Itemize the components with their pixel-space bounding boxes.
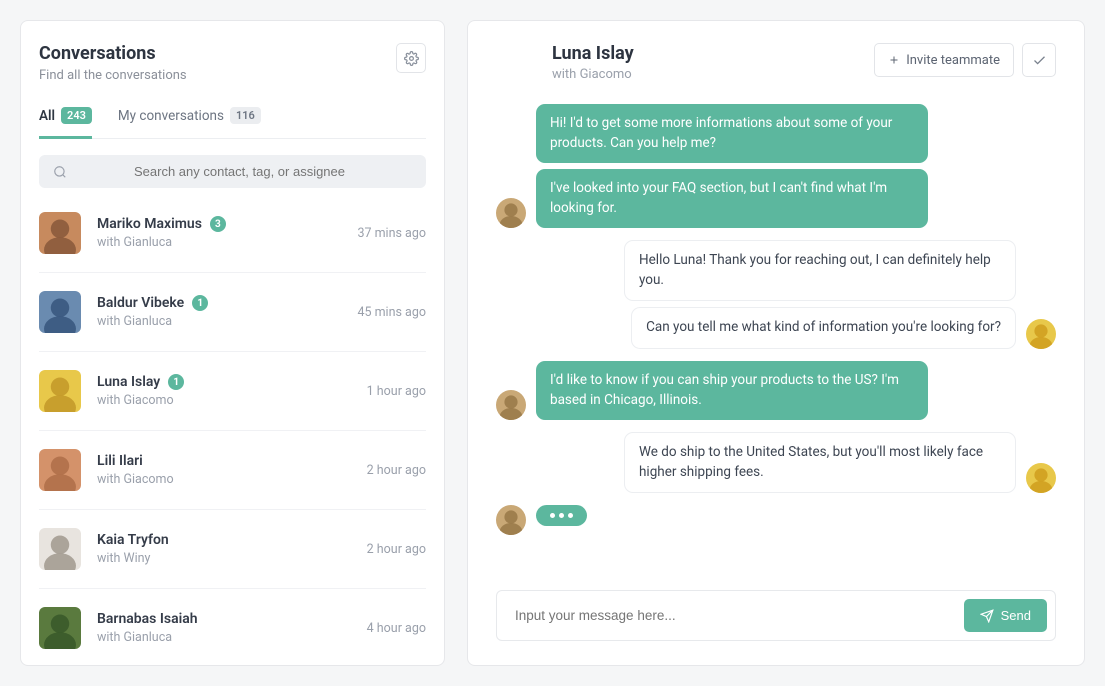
message-avatar — [496, 198, 526, 228]
conversation-time: 37 mins ago — [357, 226, 426, 241]
sidebar-title: Conversations — [39, 43, 187, 64]
conversation-item[interactable]: Mariko Maximus 3 with Gianluca 37 mins a… — [39, 194, 426, 273]
assignee-label: with Winy — [97, 551, 351, 566]
tab-count-badge: 243 — [61, 107, 92, 124]
typing-indicator — [536, 505, 587, 526]
conversation-info: Kaia Tryfon with Winy — [97, 532, 351, 566]
bubble-stack: We do ship to the United States, but you… — [624, 432, 1016, 493]
search-icon — [53, 165, 67, 179]
send-icon — [980, 609, 994, 623]
bubble-stack: Hi! I'd to get some more informations ab… — [536, 104, 928, 228]
settings-button[interactable] — [396, 43, 426, 73]
contact-name: Mariko Maximus — [97, 216, 202, 232]
conversation-info: Lili Ilari with Giacomo — [97, 453, 351, 487]
conversation-info: Barnabas Isaiah with Gianluca — [97, 611, 351, 645]
bubble-stack: Hello Luna! Thank you for reaching out, … — [624, 240, 1016, 349]
message-group: I'd like to know if you can ship your pr… — [496, 361, 1056, 420]
message-avatar — [496, 505, 526, 535]
invite-label: Invite teammate — [906, 53, 1000, 68]
check-icon — [1032, 53, 1047, 68]
chat-actions: Invite teammate — [874, 43, 1056, 77]
unread-badge: 1 — [168, 374, 184, 390]
search-field[interactable] — [39, 155, 426, 188]
unread-badge: 1 — [192, 295, 208, 311]
contact-name: Luna Islay — [97, 374, 160, 390]
conversation-info: Luna Islay 1 with Giacomo — [97, 374, 351, 408]
gear-icon — [404, 51, 419, 66]
assignee-label: with Gianluca — [97, 630, 351, 645]
avatar — [39, 370, 81, 412]
conversation-time: 4 hour ago — [367, 621, 426, 636]
avatar — [39, 212, 81, 254]
invite-teammate-button[interactable]: Invite teammate — [874, 43, 1014, 77]
conversation-list: Mariko Maximus 3 with Gianluca 37 mins a… — [39, 194, 426, 666]
assignee-label: with Giacomo — [97, 472, 351, 487]
avatar — [39, 449, 81, 491]
conversation-time: 2 hour ago — [367, 463, 426, 478]
tab-label: All — [39, 108, 55, 124]
conversation-info: Baldur Vibeke 1 with Gianluca — [97, 295, 341, 329]
message-group: Hi! I'd to get some more informations ab… — [496, 104, 1056, 228]
mark-done-button[interactable] — [1022, 43, 1056, 77]
message-bubble: Hi! I'd to get some more informations ab… — [536, 104, 928, 163]
sidebar-header: Conversations Find all the conversations — [39, 43, 426, 83]
message-group: Hello Luna! Thank you for reaching out, … — [496, 240, 1056, 349]
avatar — [39, 291, 81, 333]
tab-my-conversations[interactable]: My conversations 116 — [118, 107, 261, 138]
message-group: We do ship to the United States, but you… — [496, 432, 1056, 493]
message-bubble: I've looked into your FAQ section, but I… — [536, 169, 928, 228]
chat-header: Luna Islay with Giacomo Invite teammate — [496, 43, 1056, 82]
message-avatar — [496, 390, 526, 420]
assignee-label: with Giacomo — [97, 393, 351, 408]
conversation-item[interactable]: Lili Ilari with Giacomo 2 hour ago — [39, 431, 426, 510]
search-input[interactable] — [67, 164, 412, 179]
chat-panel: Luna Islay with Giacomo Invite teammate … — [467, 20, 1085, 666]
contact-name: Kaia Tryfon — [97, 532, 169, 548]
conversation-tabs: All 243 My conversations 116 — [39, 107, 426, 139]
unread-badge: 3 — [210, 216, 226, 232]
tab-all[interactable]: All 243 — [39, 107, 92, 138]
sidebar-subtitle: Find all the conversations — [39, 68, 187, 83]
compose-bar: Send — [496, 590, 1056, 641]
message-input[interactable] — [515, 608, 954, 623]
assignee-label: with Gianluca — [97, 235, 341, 250]
message-bubble: Hello Luna! Thank you for reaching out, … — [624, 240, 1016, 301]
chat-title: Luna Islay — [552, 43, 634, 64]
tab-label: My conversations — [118, 108, 224, 124]
send-button[interactable]: Send — [964, 599, 1047, 632]
avatar — [39, 607, 81, 649]
contact-name: Baldur Vibeke — [97, 295, 184, 311]
send-label: Send — [1001, 608, 1031, 623]
contact-name: Lili Ilari — [97, 453, 143, 469]
avatar — [39, 528, 81, 570]
message-avatar — [1026, 319, 1056, 349]
message-bubble: We do ship to the United States, but you… — [624, 432, 1016, 493]
conversation-time: 1 hour ago — [367, 384, 426, 399]
conversation-item[interactable]: Luna Islay 1 with Giacomo 1 hour ago — [39, 352, 426, 431]
chat-subtitle: with Giacomo — [552, 67, 634, 82]
message-group — [496, 505, 1056, 535]
assignee-label: with Gianluca — [97, 314, 341, 329]
conversation-item[interactable]: Baldur Vibeke 1 with Gianluca 45 mins ag… — [39, 273, 426, 352]
tab-count-badge: 116 — [230, 107, 261, 124]
conversation-time: 45 mins ago — [357, 305, 426, 320]
messages-area: Hi! I'd to get some more informations ab… — [496, 104, 1056, 576]
conversation-time: 2 hour ago — [367, 542, 426, 557]
conversations-panel: Conversations Find all the conversations… — [20, 20, 445, 666]
message-bubble: Can you tell me what kind of information… — [631, 307, 1016, 349]
conversation-item[interactable]: Barnabas Isaiah with Gianluca 4 hour ago — [39, 589, 426, 666]
conversation-info: Mariko Maximus 3 with Gianluca — [97, 216, 341, 250]
message-avatar — [1026, 463, 1056, 493]
plus-icon — [888, 54, 900, 66]
conversation-item[interactable]: Kaia Tryfon with Winy 2 hour ago — [39, 510, 426, 589]
bubble-stack — [536, 505, 587, 535]
contact-name: Barnabas Isaiah — [97, 611, 198, 627]
bubble-stack: I'd like to know if you can ship your pr… — [536, 361, 928, 420]
message-bubble: I'd like to know if you can ship your pr… — [536, 361, 928, 420]
